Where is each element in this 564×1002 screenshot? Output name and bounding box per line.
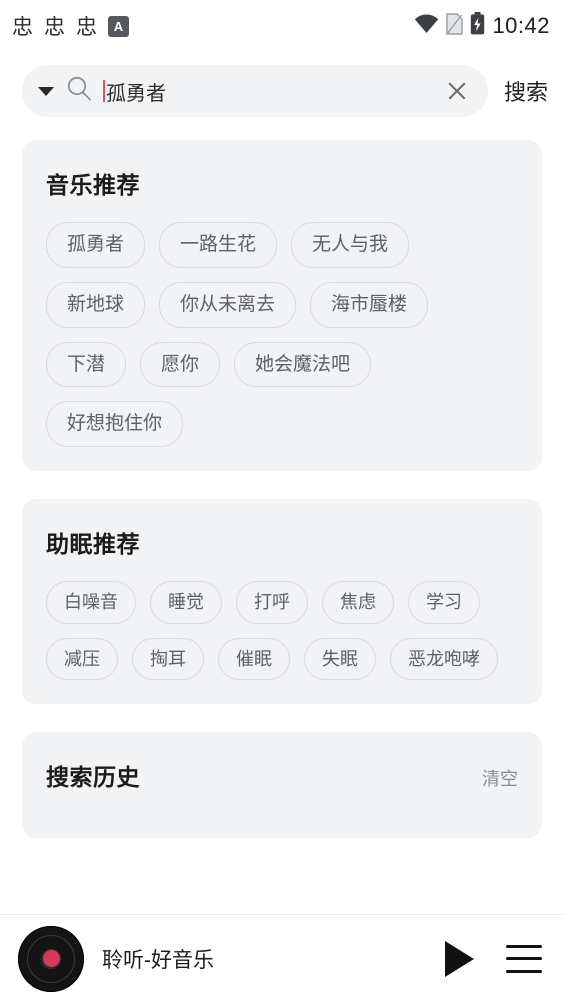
chip-music-0[interactable]: 孤勇者 [46,222,146,268]
search-input-text[interactable]: 孤勇者 [103,77,434,106]
search-input-container[interactable]: 孤勇者 [22,65,488,117]
search-button[interactable]: 搜索 [502,71,550,111]
status-bar: 忠 忠 忠 A 10:42 [0,0,564,52]
chip-sleep-6[interactable]: 掏耳 [132,637,204,680]
status-glyph-2: 忠 [44,15,65,39]
section-header-history: 搜索历史 清空 [46,758,518,792]
status-bar-left: 忠 忠 忠 A [12,11,129,41]
chip-sleep-9[interactable]: 恶龙咆哮 [390,637,498,680]
play-icon[interactable] [445,940,474,977]
chip-sleep-0[interactable]: 白噪音 [46,581,136,624]
app-screen: 忠 忠 忠 A 10:42 孤勇者 搜索 音乐推荐 孤勇者 一路生花 无人与我 … [0,0,564,1002]
playlist-icon[interactable] [506,944,542,973]
chip-sleep-4[interactable]: 学习 [408,581,480,624]
chip-music-1[interactable]: 一路生花 [159,222,278,268]
section-title-history: 搜索历史 [46,764,140,790]
card-music-recommend: 音乐推荐 孤勇者 一路生花 无人与我 新地球 你从未离去 海市蜃楼 下潜 愿你 … [22,140,542,471]
chip-music-3[interactable]: 新地球 [46,281,146,328]
chip-music-9[interactable]: 好想抱住你 [46,401,184,447]
sim-card-icon [446,12,464,40]
card-sleep-recommend: 助眠推荐 白噪音 睡觉 打呼 焦虑 学习 减压 掏耳 催眠 失眠 恶龙咆哮 [22,499,542,704]
chip-music-2[interactable]: 无人与我 [291,222,410,268]
chip-sleep-7[interactable]: 催眠 [218,637,290,680]
search-icon [66,75,93,107]
status-clock: 10:42 [492,13,550,38]
chip-music-8[interactable]: 她会魔法吧 [234,341,372,388]
chip-music-4[interactable]: 你从未离去 [159,281,297,328]
chevron-down-icon[interactable] [38,86,54,96]
chip-sleep-1[interactable]: 睡觉 [150,581,222,624]
chip-sleep-2[interactable]: 打呼 [236,581,308,624]
status-glyph-1: 忠 [12,15,33,39]
chip-sleep-8[interactable]: 失眠 [304,637,376,680]
vinyl-disc-icon[interactable] [18,925,84,992]
wifi-icon [414,14,439,39]
text-cursor [103,80,105,102]
chip-music-7[interactable]: 愿你 [140,341,221,388]
player-track-title: 聆听-好音乐 [102,948,214,972]
chip-music-5[interactable]: 海市蜃楼 [310,281,429,328]
search-bar: 孤勇者 搜索 [0,52,564,130]
chip-group-music: 孤勇者 一路生花 无人与我 新地球 你从未离去 海市蜃楼 下潜 愿你 她会魔法吧… [46,222,518,447]
content-scroll[interactable]: 音乐推荐 孤勇者 一路生花 无人与我 新地球 你从未离去 海市蜃楼 下潜 愿你 … [0,130,564,1002]
search-input-value: 孤勇者 [106,82,166,105]
card-search-history: 搜索历史 清空 [22,732,542,838]
mini-player: 聆听-好音乐 [0,914,564,1002]
chip-music-6[interactable]: 下潜 [46,341,127,388]
chip-group-sleep: 白噪音 睡觉 打呼 焦虑 学习 减压 掏耳 催眠 失眠 恶龙咆哮 [46,581,518,680]
app-badge-icon: A [108,15,129,37]
clear-history-button[interactable]: 清空 [482,765,518,791]
close-icon[interactable] [444,78,470,104]
status-bar-right: 10:42 [414,12,550,40]
chip-sleep-3[interactable]: 焦虑 [322,581,394,624]
chip-sleep-5[interactable]: 减压 [46,637,118,680]
section-title-music: 音乐推荐 [46,172,140,198]
status-glyph-3: 忠 [76,15,97,39]
battery-icon [470,12,485,40]
section-title-sleep: 助眠推荐 [46,531,140,557]
